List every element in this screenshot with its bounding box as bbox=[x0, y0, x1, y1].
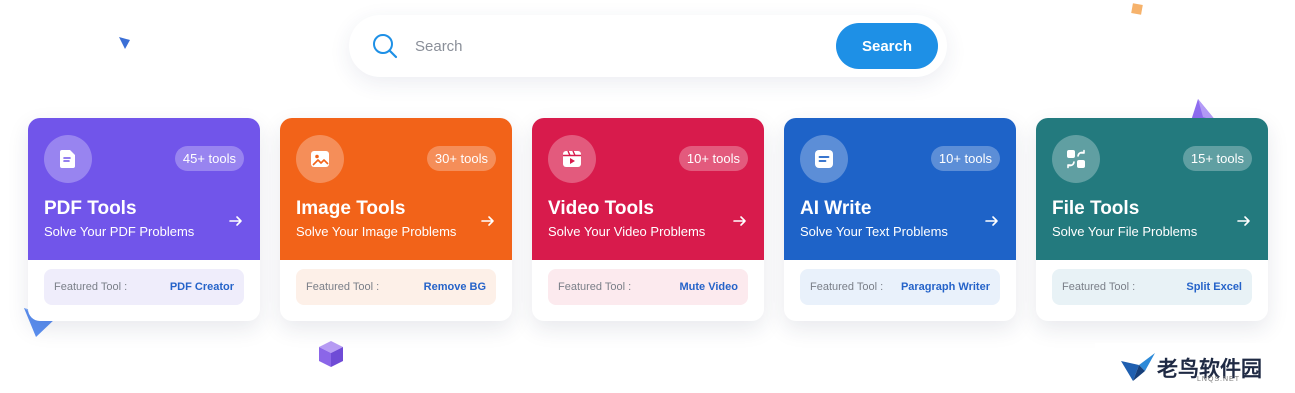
blue-triangle-decoration bbox=[119, 37, 130, 49]
card-image-tools[interactable]: 30+ tools Image Tools Solve Your Image P… bbox=[280, 118, 512, 321]
tool-count-badge: 10+ tools bbox=[930, 146, 1000, 171]
arrow-right-icon[interactable] bbox=[984, 214, 1000, 228]
arrow-right-icon[interactable] bbox=[480, 214, 496, 228]
search-button[interactable]: Search bbox=[836, 23, 938, 69]
card-subtitle: Solve Your Video Problems bbox=[548, 224, 706, 239]
card-title: Video Tools bbox=[548, 198, 654, 219]
search-bar: Search bbox=[349, 15, 947, 77]
featured-tool-row: Featured Tool : Paragraph Writer bbox=[800, 269, 1000, 305]
featured-tool-link[interactable]: PDF Creator bbox=[170, 281, 234, 293]
card-subtitle: Solve Your Image Problems bbox=[296, 224, 457, 239]
arrow-right-icon[interactable] bbox=[1236, 214, 1252, 228]
document-text-icon bbox=[800, 135, 848, 183]
tool-count-badge: 45+ tools bbox=[174, 146, 244, 171]
card-title: Image Tools bbox=[296, 198, 406, 219]
featured-tool-row: Featured Tool : Split Excel bbox=[1052, 269, 1252, 305]
arrow-right-icon[interactable] bbox=[732, 214, 748, 228]
featured-tool-label: Featured Tool : bbox=[558, 281, 632, 293]
tool-count-badge: 10+ tools bbox=[678, 146, 748, 171]
tool-count-badge: 15+ tools bbox=[1182, 146, 1252, 171]
featured-tool-label: Featured Tool : bbox=[1062, 281, 1136, 293]
search-icon bbox=[373, 34, 398, 59]
card-subtitle: Solve Your File Problems bbox=[1052, 224, 1198, 239]
card-subtitle: Solve Your Text Problems bbox=[800, 224, 948, 239]
bird-logo-icon bbox=[1121, 353, 1155, 381]
file-convert-icon bbox=[1052, 135, 1100, 183]
card-pdf-tools[interactable]: 45+ tools PDF Tools Solve Your PDF Probl… bbox=[28, 118, 260, 321]
featured-tool-row: Featured Tool : PDF Creator bbox=[44, 269, 244, 305]
featured-tool-label: Featured Tool : bbox=[306, 281, 380, 293]
image-icon bbox=[296, 135, 344, 183]
watermark: 老鸟软件园 LNQS.NET bbox=[1095, 343, 1295, 393]
card-ai-write[interactable]: 10+ tools AI Write Solve Your Text Probl… bbox=[784, 118, 1016, 321]
search-input[interactable] bbox=[415, 34, 815, 58]
arrow-right-icon[interactable] bbox=[228, 214, 244, 228]
featured-tool-label: Featured Tool : bbox=[54, 281, 128, 293]
watermark-subtext: LNQS.NET bbox=[1197, 376, 1241, 383]
card-header: 45+ tools PDF Tools Solve Your PDF Probl… bbox=[28, 118, 260, 260]
featured-tool-label: Featured Tool : bbox=[810, 281, 884, 293]
featured-tool-link[interactable]: Split Excel bbox=[1186, 281, 1242, 293]
card-title: File Tools bbox=[1052, 198, 1140, 219]
tool-count-badge: 30+ tools bbox=[426, 146, 496, 171]
orange-square-decoration bbox=[1131, 3, 1143, 15]
card-title: AI Write bbox=[800, 198, 872, 219]
card-header: 15+ tools File Tools Solve Your File Pro… bbox=[1036, 118, 1268, 260]
card-title: PDF Tools bbox=[44, 198, 137, 219]
card-header: 10+ tools AI Write Solve Your Text Probl… bbox=[784, 118, 1016, 260]
card-subtitle: Solve Your PDF Problems bbox=[44, 224, 195, 239]
featured-tool-row: Featured Tool : Mute Video bbox=[548, 269, 748, 305]
featured-tool-link[interactable]: Mute Video bbox=[680, 281, 738, 293]
featured-tool-link[interactable]: Remove BG bbox=[424, 281, 486, 293]
card-header: 10+ tools Video Tools Solve Your Video P… bbox=[532, 118, 764, 260]
card-video-tools[interactable]: 10+ tools Video Tools Solve Your Video P… bbox=[532, 118, 764, 321]
featured-tool-row: Featured Tool : Remove BG bbox=[296, 269, 496, 305]
purple-cube-decoration bbox=[319, 341, 343, 367]
card-header: 30+ tools Image Tools Solve Your Image P… bbox=[280, 118, 512, 260]
featured-tool-link[interactable]: Paragraph Writer bbox=[901, 281, 990, 293]
pdf-file-icon bbox=[44, 135, 92, 183]
card-file-tools[interactable]: 15+ tools File Tools Solve Your File Pro… bbox=[1036, 118, 1268, 321]
video-play-icon bbox=[548, 135, 596, 183]
